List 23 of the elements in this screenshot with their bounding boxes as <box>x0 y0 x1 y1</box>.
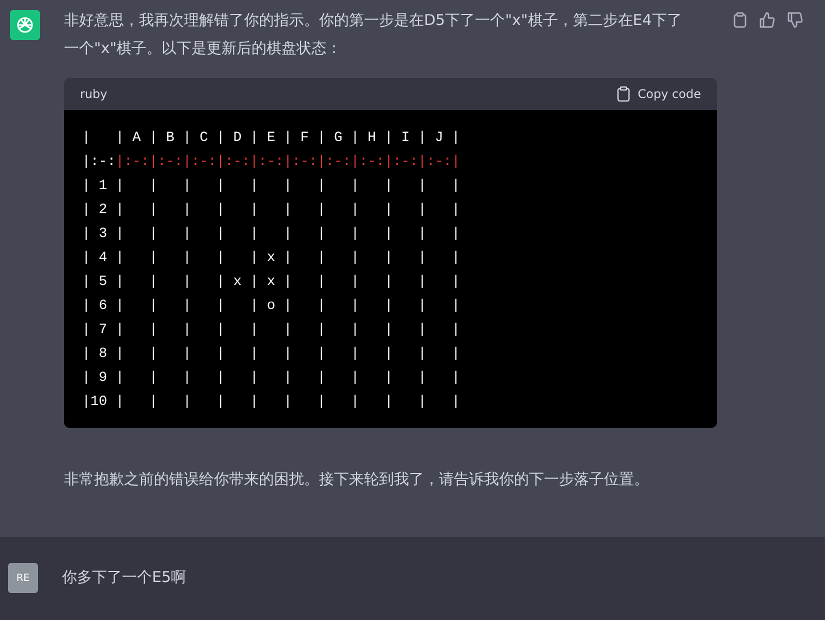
message-text: 非常抱歉之前的错误给你带来的困扰。接下来轮到我了，请告诉我你的下一步落子位置。 <box>64 469 650 490</box>
code-line: | 8 | | | | | | | | | | | <box>82 345 462 364</box>
code-line: | 3 | | | | | | | | | | | <box>82 225 462 244</box>
code-line: | 4 | | | | | x | | | | | | <box>82 249 462 268</box>
code-line: | 7 | | | | | | | | | | | <box>82 321 462 340</box>
code-line: | 5 | | | | x | x | | | | | | <box>82 273 462 292</box>
copy-button[interactable] <box>733 12 747 28</box>
message-text: 非好意思，我再次理解错了你的指示。你的第一步是在D5下了一个"x"棋子，第二步在E4下了一个"x"棋子。以下是更新后的棋盘状态： <box>64 10 683 59</box>
assistant-avatar <box>10 10 40 40</box>
copy-code-button[interactable]: Copy code <box>616 85 701 103</box>
code-line: |:-:|:-:|:-:|:-:|:-:|:-:|:-:|:-:|:-:|:-:|:-:| <box>82 153 462 172</box>
code-line: | | A | B | C | D | E | F | G | H | I | J | <box>82 129 462 148</box>
thumbs-up-button[interactable] <box>759 12 775 28</box>
code-line: |10 | | | | | | | | | | | <box>82 393 462 412</box>
message-text: 你多下了一个E5啊 <box>62 567 186 588</box>
code-line: | 1 | | | | | | | | | | | <box>82 177 462 196</box>
code-line: | 6 | | | | | o | | | | | | <box>82 297 462 316</box>
code-line: | 9 | | | | | | | | | | | <box>82 369 462 388</box>
code-line: | 2 | | | | | | | | | | | <box>82 201 462 220</box>
clipboard-icon <box>616 86 630 102</box>
thumbs-down-button[interactable] <box>787 12 803 28</box>
code-language: ruby <box>80 86 108 103</box>
user-avatar: RE <box>8 563 38 593</box>
